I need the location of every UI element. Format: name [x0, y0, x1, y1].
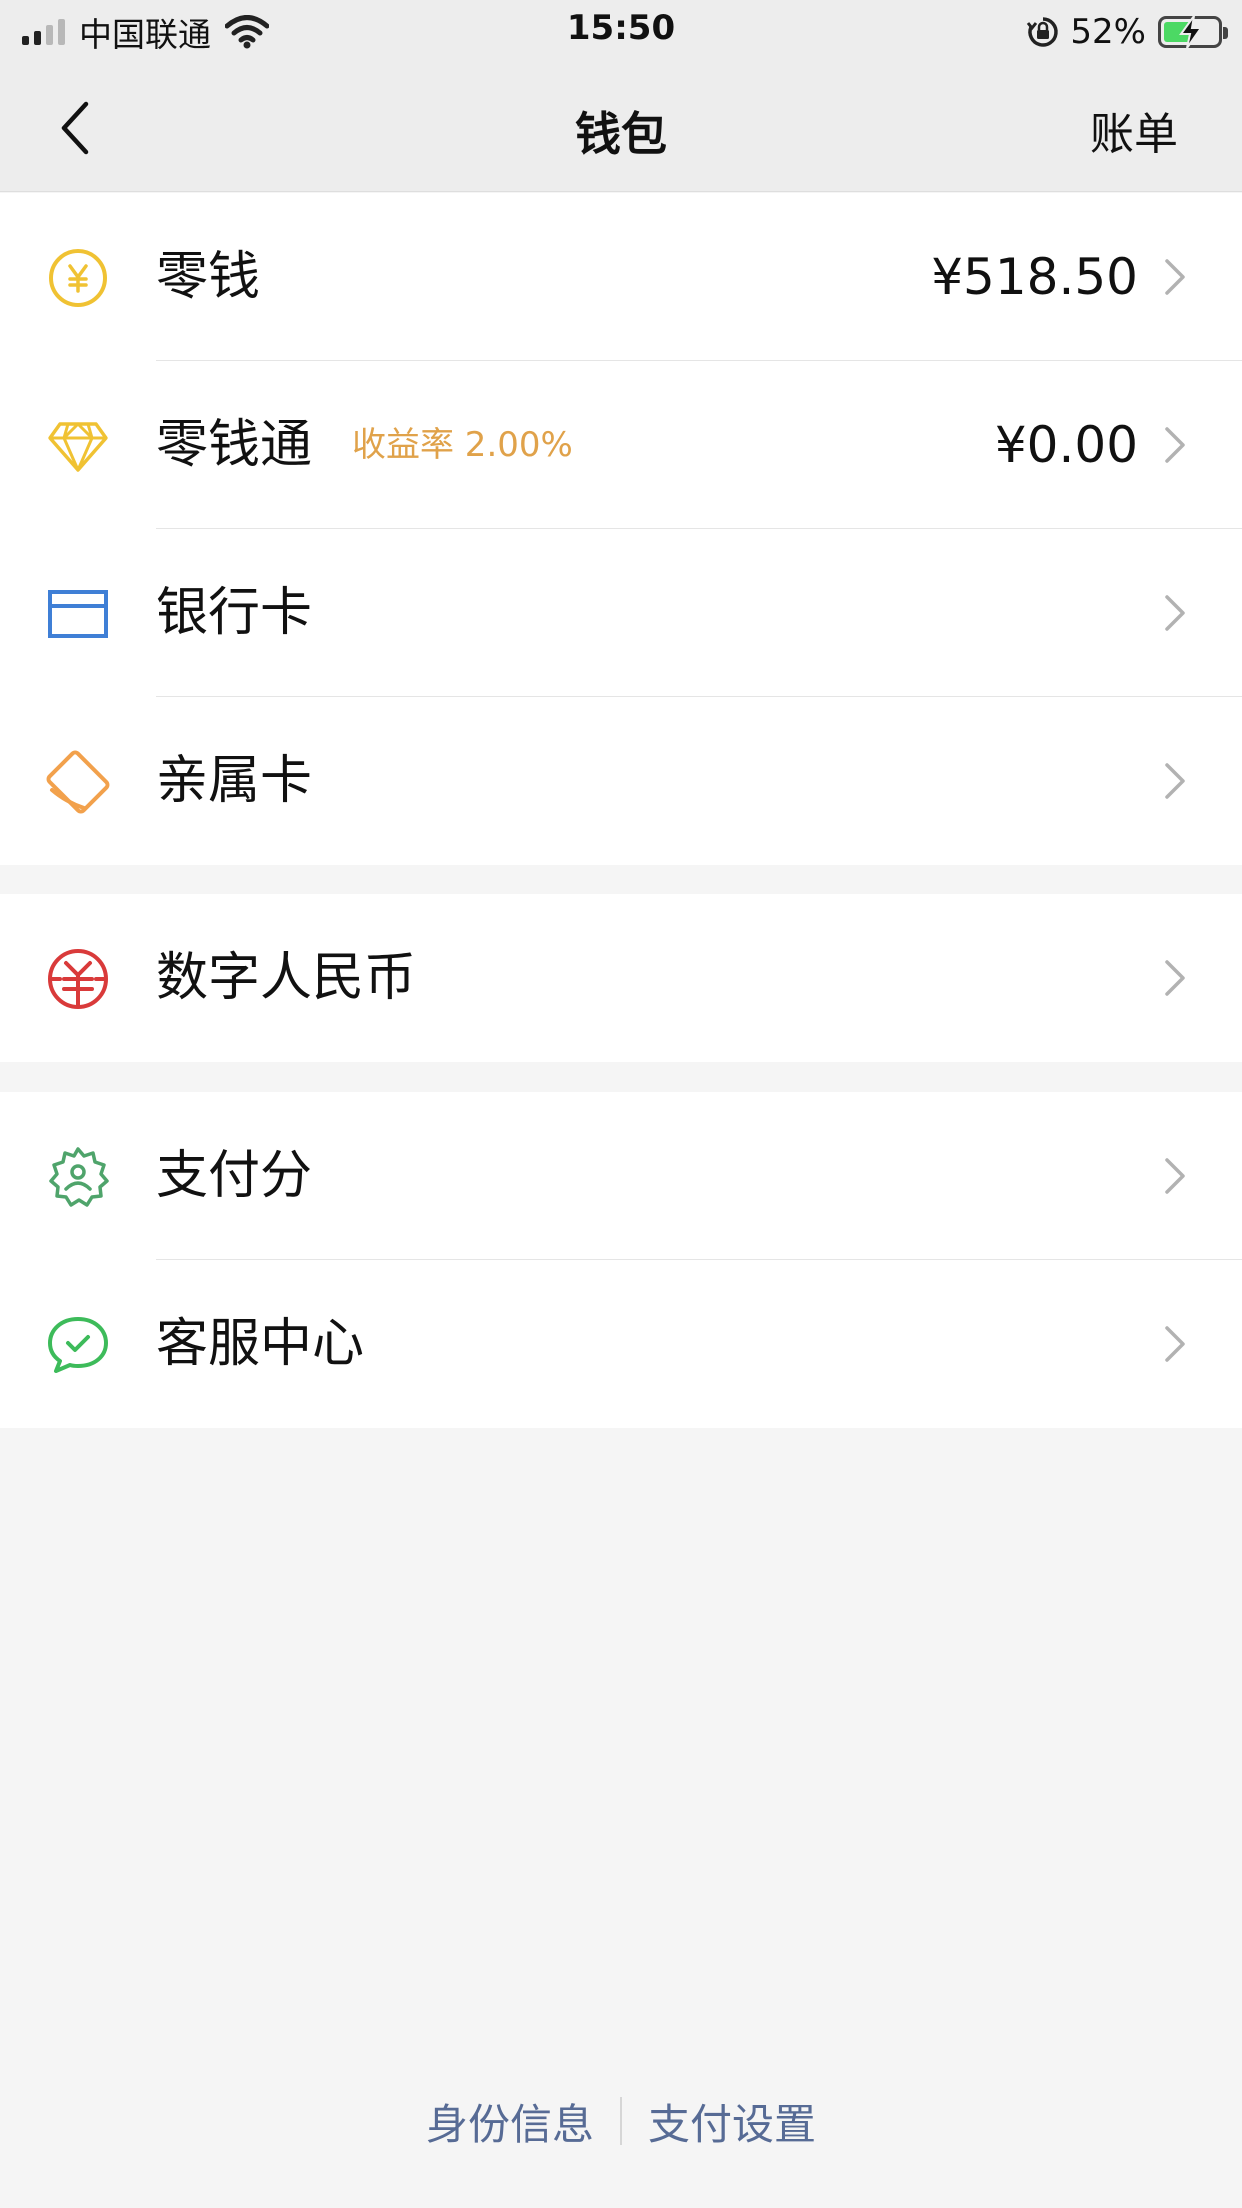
- row-pay-score[interactable]: 支付分: [0, 1092, 1242, 1260]
- row-label: 支付分: [156, 1146, 313, 1206]
- battery-percentage: 52%: [1070, 12, 1146, 52]
- chevron-right-icon: [1165, 1158, 1185, 1194]
- charging-bolt-icon: [1179, 15, 1203, 49]
- bill-button[interactable]: 账单: [1090, 98, 1178, 162]
- row-digital-rmb[interactable]: 数字人民币: [0, 894, 1242, 1062]
- diamond-icon: [48, 422, 108, 472]
- wallet-group-services: 支付分 客服中心: [0, 1092, 1242, 1428]
- pay-score-icon: [49, 1147, 109, 1207]
- row-bank-card[interactable]: 银行卡: [0, 529, 1242, 697]
- wallet-group-digital-rmb: 数字人民币: [0, 894, 1242, 1062]
- pay-settings-link[interactable]: 支付设置: [622, 2091, 842, 2152]
- lingqiantong-balance: ¥0.00: [994, 416, 1138, 474]
- row-label: 客服中心: [156, 1314, 365, 1374]
- yuan-coin-icon: [49, 249, 107, 307]
- chevron-right-icon: [1165, 427, 1185, 463]
- footer-links: 身份信息 支付设置: [0, 2086, 1242, 2156]
- status-bar: 中国联通 15:50 52%: [0, 0, 1242, 62]
- nav-bar: 钱包 账单: [0, 62, 1242, 192]
- chevron-right-icon: [1165, 259, 1185, 295]
- row-label: 数字人民币: [156, 948, 417, 1008]
- digital-rmb-icon: [48, 949, 108, 1009]
- page-title: 钱包: [575, 107, 667, 161]
- row-label: 亲属卡: [156, 751, 313, 811]
- chevron-right-icon: [1165, 595, 1185, 631]
- identity-info-link[interactable]: 身份信息: [400, 2091, 620, 2152]
- customer-service-icon: [48, 1317, 108, 1373]
- yield-rate-badge: 收益率 2.00%: [352, 425, 573, 465]
- row-label: 零钱通: [156, 415, 313, 475]
- row-lingqiantong[interactable]: 零钱通 收益率 2.00% ¥0.00: [0, 361, 1242, 529]
- status-bar-right: 52%: [1026, 10, 1228, 54]
- chevron-right-icon: [1165, 960, 1185, 996]
- change-balance: ¥518.50: [931, 248, 1138, 306]
- battery-icon: [1158, 15, 1228, 49]
- bank-card-icon: [48, 590, 108, 638]
- row-customer-service[interactable]: 客服中心: [0, 1260, 1242, 1428]
- row-change[interactable]: 零钱 ¥518.50: [0, 193, 1242, 361]
- orientation-lock-icon: [1027, 17, 1059, 47]
- row-family-card[interactable]: 亲属卡: [0, 697, 1242, 865]
- row-label: 零钱: [156, 247, 261, 307]
- row-label: 银行卡: [156, 583, 313, 643]
- chevron-right-icon: [1165, 763, 1185, 799]
- wallet-group-balance: 零钱 ¥518.50 零钱通 收益率 2.00% ¥0.00 银行卡 亲属卡: [0, 193, 1242, 865]
- chevron-right-icon: [1165, 1326, 1185, 1362]
- family-card-icon: [46, 750, 110, 814]
